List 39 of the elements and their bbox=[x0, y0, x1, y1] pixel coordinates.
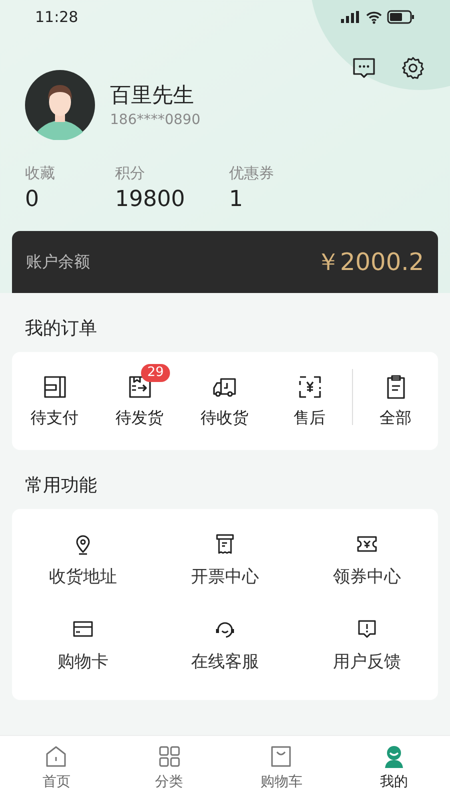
stat-value: 1 bbox=[229, 186, 244, 214]
function-button[interactable]: 在线客服 bbox=[154, 608, 296, 686]
settings-icon[interactable] bbox=[401, 56, 425, 80]
stat-value: 19800 bbox=[115, 186, 186, 214]
user-name: 百里先生 bbox=[110, 82, 195, 108]
function-button[interactable]: 用户反馈 bbox=[296, 608, 438, 686]
signal-icon bbox=[341, 11, 361, 23]
stat-value: 0 bbox=[25, 186, 40, 214]
user-phone: 186****0890 bbox=[110, 110, 200, 130]
wifi-icon bbox=[366, 10, 382, 24]
tab-button[interactable]: 首页 bbox=[0, 736, 112, 800]
stat-label: 积分 bbox=[115, 163, 146, 184]
receipt-icon bbox=[214, 532, 236, 554]
function-button[interactable]: 购物卡 bbox=[12, 608, 154, 686]
avatar-silhouette bbox=[25, 70, 95, 140]
wallet-icon bbox=[42, 374, 68, 400]
status-time: 11:28 bbox=[35, 6, 78, 28]
count-badge: 29 bbox=[141, 364, 170, 382]
section-title: 常用功能 bbox=[24, 474, 98, 498]
balance-label: 账户余额 bbox=[26, 250, 90, 272]
order-status-button[interactable]: 待支付 bbox=[12, 364, 97, 430]
tab-button[interactable]: 分类 bbox=[112, 736, 225, 800]
yen-receipt-icon bbox=[296, 374, 322, 400]
balance-amount: ￥2000.2 bbox=[316, 246, 424, 278]
order-status-button[interactable]: 售后 bbox=[267, 364, 352, 430]
stat-label: 优惠券 bbox=[229, 163, 275, 184]
tab-button[interactable]: 购物车 bbox=[225, 736, 338, 800]
order-status-button[interactable]: 全部 bbox=[353, 364, 438, 430]
function-button[interactable]: 开票中心 bbox=[154, 522, 296, 600]
section-title: 我的订单 bbox=[24, 316, 98, 340]
tab-button[interactable]: 我的 bbox=[338, 736, 450, 800]
function-button[interactable]: 收货地址 bbox=[12, 522, 154, 600]
message-icon[interactable] bbox=[352, 56, 376, 80]
order-status-button[interactable]: 待收货 bbox=[182, 364, 267, 430]
order-status-button[interactable]: 待发货 29 bbox=[97, 364, 182, 430]
stat-label: 收藏 bbox=[25, 163, 56, 184]
function-button[interactable]: 领券中心 bbox=[296, 522, 438, 600]
battery-icon bbox=[387, 10, 415, 24]
feedback-icon bbox=[356, 618, 378, 640]
